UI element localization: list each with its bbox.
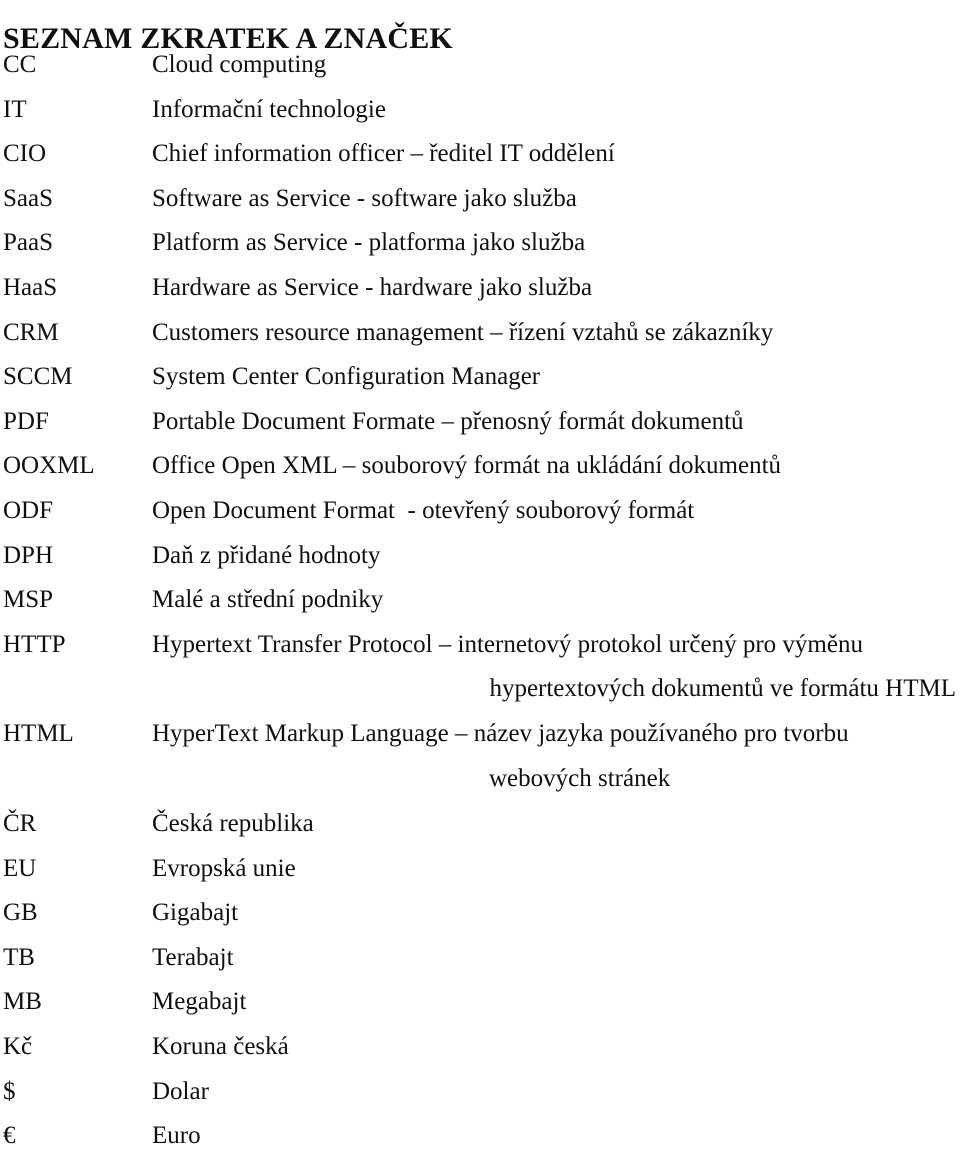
abbreviation-row: € Euro [0, 1117, 960, 1162]
abbreviation-definition: Platform as Service - platforma jako slu… [152, 229, 586, 257]
abbreviation-row: IT Informační technologie [0, 91, 960, 136]
abbreviation-definition: Evropská unie [152, 854, 296, 882]
abbreviation-term: € [3, 1122, 16, 1150]
abbreviation-row: CRM Customers resource management – řízen… [0, 314, 960, 359]
abbreviation-definition-continuation: hypertextových dokumentů ve formátu HTML [489, 675, 956, 703]
abbreviation-term: EU [3, 854, 37, 882]
abbreviation-term: ODF [3, 496, 54, 524]
abbreviation-term: HTTP [3, 630, 66, 658]
abbreviation-row: HTTP Hypertext Transfer Protocol – intern… [0, 626, 960, 715]
abbreviation-term: SCCM [3, 363, 73, 391]
abbreviation-definition: Open Document Format - otevřený souborov… [152, 496, 695, 524]
abbreviation-definition: Česká republika [152, 810, 314, 838]
abbreviation-row: MSP Malé a střední podniky [0, 581, 960, 626]
abbreviation-definition: HyperText Markup Language – název jazyka… [152, 719, 849, 747]
abbreviation-definition: Megabajt [152, 988, 247, 1016]
abbreviation-term: MB [3, 988, 42, 1016]
abbreviation-row: CC Cloud computing [0, 46, 960, 91]
abbreviation-row: HTML HyperText Markup Language – název ja… [0, 715, 960, 804]
abbreviation-term: PDF [3, 407, 49, 435]
abbreviation-row: CIO Chief information officer – ředitel I… [0, 135, 960, 180]
document-page: SEZNAM ZKRATEK A ZNAČEK CC Cloud computin… [0, 0, 960, 1149]
abbreviation-definition: Informační technologie [152, 95, 386, 123]
abbreviation-term: IT [3, 95, 27, 123]
abbreviation-term: CRM [3, 318, 59, 346]
abbreviation-term: CIO [3, 140, 47, 168]
abbreviation-term: SaaS [3, 184, 53, 212]
abbreviation-definition: Hardware as Service - hardware jako služ… [152, 273, 593, 301]
abbreviation-row: PaaS Platform as Service - platforma jako… [0, 224, 960, 269]
abbreviation-term: HaaS [3, 273, 58, 301]
abbreviation-definition: Gigabajt [152, 899, 239, 927]
abbreviation-definition: Terabajt [152, 943, 234, 971]
abbreviation-row: TB Terabajt [0, 939, 960, 984]
abbreviation-term: HTML [3, 719, 74, 747]
abbreviation-row: GB Gigabajt [0, 894, 960, 939]
abbreviation-definition: Chief information officer – ředitel IT o… [152, 140, 615, 168]
abbreviation-term: Kč [3, 1033, 33, 1061]
abbreviation-definition: System Center Configuration Manager [152, 363, 541, 391]
abbreviation-row: HaaS Hardware as Service - hardware jako … [0, 269, 960, 314]
abbreviation-row: ČR Česká republika [0, 805, 960, 850]
abbreviation-list: CC Cloud computing IT Informační technologi… [0, 46, 960, 1162]
abbreviation-definition: Software as Service - software jako služ… [152, 184, 577, 212]
abbreviation-definition: Cloud computing [152, 51, 327, 78]
abbreviation-row: Kč Koruna česká [0, 1028, 960, 1073]
abbreviation-row: OOXML Office Open XML – souborový formát … [0, 447, 960, 492]
abbreviation-term: DPH [3, 541, 54, 569]
abbreviation-row: DPH Daň z přidané hodnoty [0, 537, 960, 582]
abbreviation-row: $ Dolar [0, 1073, 960, 1118]
abbreviation-definition: Office Open XML – souborový formát na uk… [152, 452, 782, 480]
abbreviation-row: EU Evropská unie [0, 850, 960, 895]
abbreviation-term: ČR [3, 810, 37, 838]
abbreviation-definition: Portable Document Formate – přenosný for… [152, 407, 744, 435]
abbreviation-definition: Euro [152, 1122, 201, 1150]
abbreviation-term: CC [3, 51, 37, 78]
abbreviation-definition: Customers resource management – řízení v… [152, 318, 774, 346]
abbreviation-definition: Malé a střední podniky [152, 586, 384, 614]
abbreviation-definition: Koruna česká [152, 1033, 289, 1061]
abbreviation-term: TB [3, 943, 35, 971]
abbreviation-term: $ [3, 1077, 16, 1105]
abbreviation-definition: Daň z přidané hodnoty [152, 541, 381, 569]
abbreviation-row: ODF Open Document Format - otevřený soubo… [0, 492, 960, 537]
abbreviation-row: SaaS Software as Service - software jako … [0, 180, 960, 225]
abbreviation-definition: Hypertext Transfer Protocol – internetov… [152, 630, 863, 658]
abbreviation-row: SCCM System Center Configuration Manager [0, 358, 960, 403]
abbreviation-row: MB Megabajt [0, 983, 960, 1028]
abbreviation-term: GB [3, 899, 38, 927]
abbreviation-term: OOXML [3, 452, 95, 480]
abbreviation-row: PDF Portable Document Formate – přenosný … [0, 403, 960, 448]
abbreviation-term: MSP [3, 586, 54, 614]
abbreviation-term: PaaS [3, 229, 53, 257]
abbreviation-definition: Dolar [152, 1077, 209, 1105]
abbreviation-definition-continuation: webových stránek [489, 764, 671, 792]
